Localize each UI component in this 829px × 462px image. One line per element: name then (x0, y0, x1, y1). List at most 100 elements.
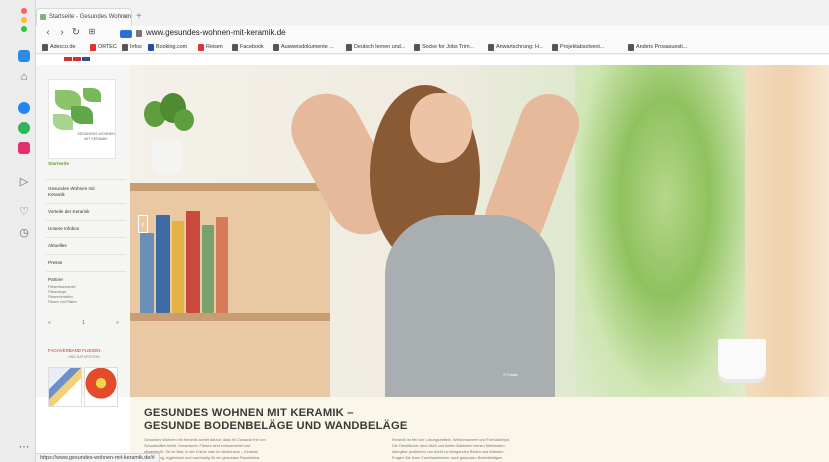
coffee-mug (718, 339, 766, 383)
tab-title: Startseite - Gesundes Wohnen (49, 14, 131, 20)
bookmark-item[interactable]: Ausweisdokumente ... (273, 44, 334, 51)
reload-icon[interactable]: ↻ (70, 27, 82, 38)
nav-item-aktuelles[interactable]: Aktuelles (48, 243, 128, 249)
nav-divider (46, 237, 126, 238)
bookmark-item[interactable]: ORTEC (90, 44, 117, 51)
bookmark-icon (90, 44, 96, 51)
book (186, 211, 200, 313)
nav-divider (46, 254, 126, 255)
partner-subtitle: UND NATURSTEIN (68, 355, 100, 359)
home-icon[interactable]: ⌂ (17, 70, 31, 84)
bookmark-item[interactable]: Deutsch lernen und... (346, 44, 405, 51)
shield-icon[interactable] (120, 30, 132, 38)
book (202, 225, 214, 313)
back-icon[interactable]: ‹ (42, 27, 54, 38)
woman-top (385, 215, 555, 397)
folder-icon (488, 44, 494, 51)
web-page: GESUNDES WOHNEN MIT KERAMIK Startseite G… (36, 55, 829, 462)
nav-item-gesundes-wohnen[interactable]: Gesundes Wohnen mit Keramik (48, 186, 98, 198)
leaf-shape (71, 106, 93, 124)
nav-subitem[interactable]: Fliesen und Platten (48, 300, 128, 305)
book (172, 221, 184, 313)
nav-item-startseite[interactable]: Startseite (48, 161, 128, 167)
nav-item-vorteile[interactable]: Vorteile der Keramik (48, 209, 128, 215)
app-rail: ⌂ ▷ ♡ ◷ ⋯ (0, 0, 36, 462)
bookmark-item[interactable]: Facebook (232, 44, 264, 51)
bookmarks-bar: Adecco.de ORTEC Infos Booking.com Reisen… (36, 42, 829, 54)
site-favicon-icon (40, 14, 46, 20)
whatsapp-icon[interactable] (18, 122, 30, 134)
bookmark-item[interactable]: Anders Prosasuesti... (628, 44, 687, 51)
slider-prev-arrow-icon[interactable]: ‹ (138, 215, 148, 233)
sidebar-panel-icon[interactable] (18, 50, 30, 62)
minimize-window-dot[interactable] (21, 17, 27, 23)
messenger-icon[interactable] (18, 102, 30, 114)
nav-item-partner[interactable]: Partner (48, 277, 128, 283)
pager-prev[interactable]: « (48, 320, 51, 326)
shelf-board (130, 313, 330, 321)
language-flags-icon[interactable] (64, 57, 90, 61)
paragraph-line: Fragen Sie Ihren Fachhandwerker nach ges… (392, 456, 504, 460)
book (140, 233, 154, 313)
pager-next[interactable]: » (116, 320, 119, 326)
plant-leaves (174, 109, 194, 131)
instagram-icon[interactable] (18, 142, 30, 154)
paragraph-line: Gesundes Wohnen mit Keramik achtet darau… (144, 438, 266, 442)
bookmark-item[interactable]: Socke for Jobs Trim... (414, 44, 474, 51)
hero-image: ‹ © Fotolia (130, 65, 829, 397)
tab-close-icon[interactable]: ✕ (123, 13, 129, 21)
nav-item-infobox[interactable]: Unsere Infobox (48, 226, 128, 232)
nav-divider (46, 179, 126, 180)
nav-item-presse[interactable]: Presse (48, 260, 128, 266)
main-content: GESUNDES WOHNEN MIT KERAMIK – GESUNDE BO… (130, 397, 829, 462)
booking-icon (148, 44, 154, 51)
nav-subitem[interactable]: Fliesenhersteller (48, 295, 128, 300)
folder-icon (346, 44, 352, 51)
maximize-window-dot[interactable] (21, 26, 27, 32)
bookmark-item[interactable]: Projektabsolvent... (552, 44, 604, 51)
paragraph-line: Schadstoffen bleibt. Keramische Fliesen … (144, 444, 251, 448)
book (216, 217, 228, 313)
partner-logo-image[interactable] (48, 367, 82, 407)
shelf-board (130, 183, 330, 191)
history-icon[interactable]: ◷ (17, 226, 31, 240)
tab-active[interactable]: Startseite - Gesundes Wohnen ✕ (36, 8, 132, 26)
close-window-dot[interactable] (21, 8, 27, 14)
paragraph-line: Allergiker profitieren von leicht zu rei… (392, 450, 505, 454)
leaf-shape (83, 88, 101, 102)
new-tab-icon[interactable]: + (136, 11, 142, 22)
logo-text: GESUNDES WOHNEN MIT KERAMIK (77, 132, 115, 141)
lock-icon[interactable] (136, 30, 142, 37)
sidebar-pager: « 1 » (46, 320, 126, 328)
nav-subitem[interactable]: Fliesenfachhandel (48, 285, 128, 290)
bookmark-item[interactable]: Infos (122, 44, 142, 51)
partner-title: FACHVERBAND FLIESEN (48, 348, 101, 353)
bookmark-icon (198, 44, 204, 51)
browser-window: ⌂ ▷ ♡ ◷ ⋯ Startseite - Gesundes Wohnen ✕… (0, 0, 829, 462)
status-bar-url: https://www.gesundes-wohnen-mit-keramik.… (36, 453, 160, 462)
grid-icon[interactable]: ⊞ (86, 27, 98, 36)
forward-icon[interactable]: › (56, 27, 68, 38)
partner-logo-image[interactable] (84, 367, 118, 407)
pager-page[interactable]: 1 (82, 320, 85, 326)
paragraph-line: Die Oberflächen sind dicht und bieten Ba… (392, 444, 506, 448)
bookmark-item[interactable]: Adecco.de (42, 44, 75, 51)
folder-icon (122, 44, 128, 51)
send-icon[interactable]: ▷ (17, 175, 31, 189)
paragraph-line: ist langlebig, hygienisch und nachhaltig… (144, 456, 261, 460)
paragraph-line: pflegeleicht. Ob im Bad, in der Küche od… (144, 450, 259, 454)
folder-icon (552, 44, 558, 51)
more-icon[interactable]: ⋯ (17, 440, 31, 454)
paragraph-line: Keramik ist frei von Lösungsmitteln, Wei… (392, 438, 510, 442)
nav-subitem[interactable]: Fliesenleger (48, 290, 128, 295)
address-bar[interactable]: www.gesundes-wohnen-mit-keramik.de (146, 28, 286, 37)
folder-icon (232, 44, 238, 51)
bookmark-item[interactable]: Booking.com (148, 44, 187, 51)
nav-divider (46, 271, 126, 272)
site-logo[interactable]: GESUNDES WOHNEN MIT KERAMIK (48, 79, 116, 159)
bookmark-item[interactable]: Anwartschrung: H... (488, 44, 543, 51)
bookmark-item[interactable]: Reisen (198, 44, 223, 51)
heart-icon[interactable]: ♡ (17, 205, 31, 219)
woman-face (410, 93, 472, 163)
page-title-line-2: GESUNDE BODENBELÄGE UND WANDBELÄGE (144, 420, 408, 432)
